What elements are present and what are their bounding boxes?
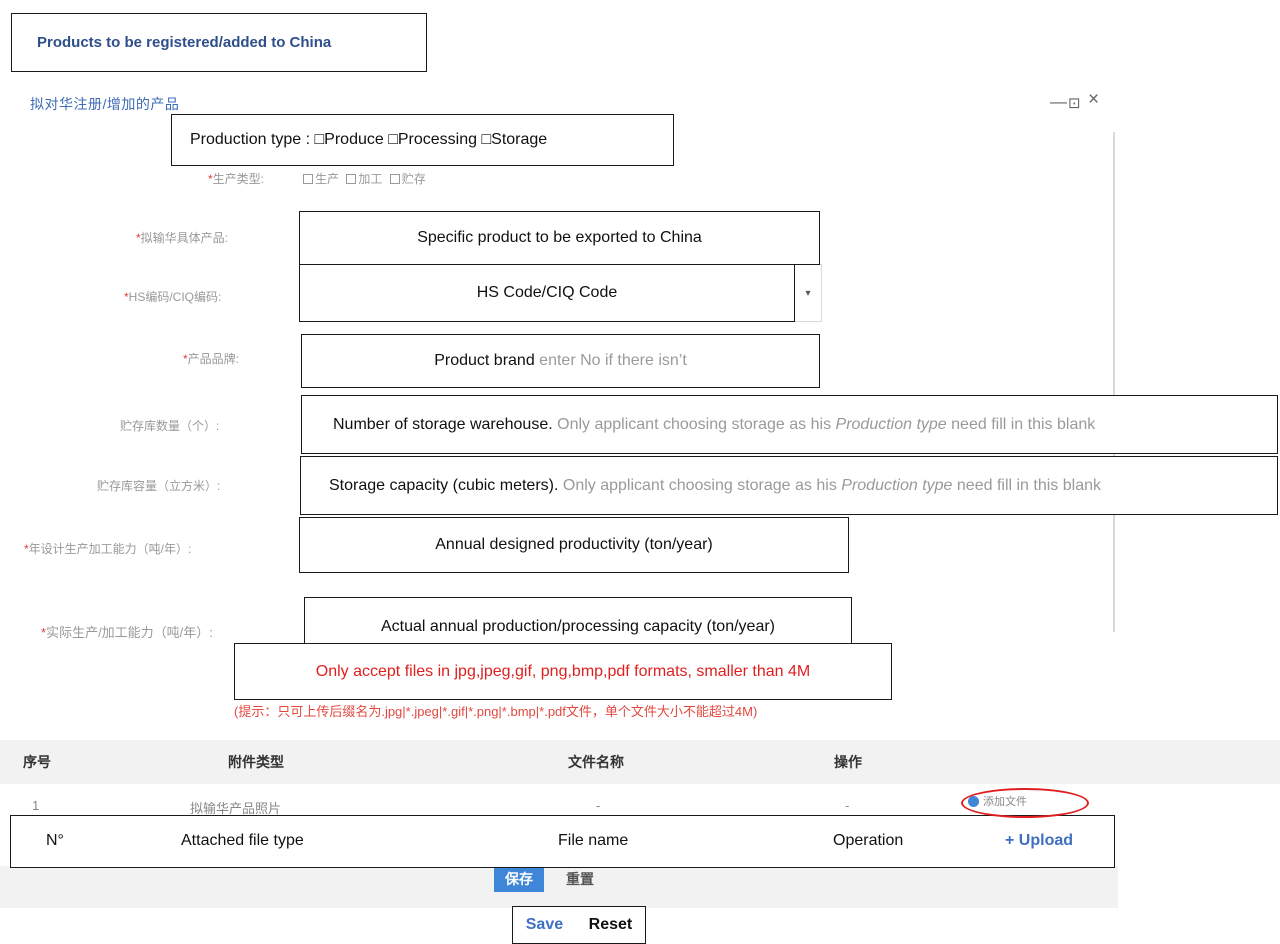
storage-capacity-hint-prefix: Only applicant choosing storage as his bbox=[562, 476, 837, 494]
upload-tip-en: Only accept files in jpg,jpeg,gif, png,b… bbox=[315, 662, 811, 680]
hs-code-label-text: HS编码/CIQ编码: bbox=[128, 290, 222, 304]
dialog-scrollbar[interactable] bbox=[1113, 132, 1115, 632]
hs-code-label: *HS编码/CIQ编码: bbox=[124, 290, 222, 304]
checkbox-processing-label: 加工 bbox=[358, 172, 383, 186]
brand-hint: enter No if there isn’t bbox=[539, 352, 687, 369]
hs-code-field[interactable]: HS Code/CIQ Code bbox=[299, 264, 795, 322]
storage-capacity-label-text: 贮存库容量（立方米）: bbox=[97, 479, 221, 493]
storage-capacity-hint-em: Production type bbox=[841, 476, 953, 494]
en-th-index: N° bbox=[46, 832, 64, 849]
checkbox-produce-label: 生产 bbox=[315, 172, 340, 186]
checkbox-storage[interactable]: 贮存 bbox=[389, 172, 426, 186]
specific-product-annotation: Specific product to be exported to China bbox=[417, 229, 702, 246]
checkbox-produce[interactable]: 生产 bbox=[303, 172, 339, 186]
th-index: 序号 bbox=[23, 754, 51, 770]
specific-product-label-text: 拟输华具体产品: bbox=[140, 231, 229, 245]
row-file: - bbox=[596, 798, 601, 813]
brand-annotation: Product brand bbox=[434, 352, 535, 369]
production-type-label-text: 生产类型: bbox=[212, 172, 265, 186]
warehouse-count-hint-prefix: Only applicant choosing storage as his bbox=[557, 415, 832, 433]
upload-tip-annotation: Only accept files in jpg,jpeg,gif, png,b… bbox=[234, 643, 892, 700]
designed-productivity-annotation: Annual designed productivity (ton/year) bbox=[435, 536, 713, 553]
storage-capacity-label: 贮存库容量（立方米）: bbox=[97, 477, 220, 494]
production-type-annotation: Production type : □Produce □Processing □… bbox=[171, 114, 674, 166]
en-th-file: File name bbox=[558, 832, 629, 849]
production-type-annotation-text: Production type : □Produce □Processing □… bbox=[190, 131, 548, 148]
checkbox-storage-label: 贮存 bbox=[401, 172, 426, 186]
reset-button[interactable]: Reset bbox=[589, 916, 633, 934]
storage-capacity-field[interactable]: Storage capacity (cubic meters). Only ap… bbox=[300, 456, 1278, 515]
storage-capacity-annotation: Storage capacity (cubic meters). bbox=[329, 476, 559, 494]
brand-label-text: 产品品牌: bbox=[187, 352, 240, 366]
specific-product-field[interactable]: Specific product to be exported to China bbox=[299, 211, 820, 265]
annotation-title-text: Products to be registered/added to China bbox=[37, 34, 332, 51]
reset-button-cn[interactable]: 重置 bbox=[555, 866, 605, 892]
close-icon[interactable]: × bbox=[1088, 89, 1099, 111]
actual-capacity-label-text: 实际生产/加工能力（吨/年）: bbox=[46, 625, 213, 640]
actual-capacity-label: *实际生产/加工能力（吨/年）: bbox=[41, 625, 213, 640]
warehouse-count-label: 贮存库数量（个）: bbox=[120, 417, 219, 434]
maximize-icon[interactable]: ⊡ bbox=[1068, 94, 1081, 112]
storage-capacity-hint: Only applicant choosing storage as his P… bbox=[563, 477, 1101, 495]
warehouse-count-hint-em: Production type bbox=[835, 415, 947, 433]
specific-product-label: *拟输华具体产品: bbox=[136, 231, 229, 245]
minimize-icon[interactable]: — bbox=[1050, 92, 1067, 112]
designed-productivity-label-text: 年设计生产加工能力（吨/年）: bbox=[28, 542, 192, 556]
brand-label: *产品品牌: bbox=[183, 352, 240, 366]
hs-code-dropdown-icon[interactable]: ▾ bbox=[795, 264, 822, 322]
save-button-cn[interactable]: 保存 bbox=[494, 866, 544, 892]
upload-tip-cn: (提示：只可上传后缀名为.jpg|*.jpeg|*.gif|*.png|*.bm… bbox=[234, 704, 758, 719]
th-type: 附件类型 bbox=[228, 754, 284, 770]
highlight-ellipse bbox=[961, 788, 1089, 818]
actual-capacity-annotation: Actual annual production/processing capa… bbox=[381, 618, 775, 635]
th-operation: 操作 bbox=[834, 754, 862, 770]
en-th-operation: Operation bbox=[833, 832, 904, 849]
actual-capacity-field[interactable]: Actual annual production/processing capa… bbox=[304, 597, 852, 645]
brand-field[interactable]: Product brand enter No if there isn’t bbox=[301, 334, 820, 388]
row-operation: - bbox=[845, 798, 850, 813]
attachments-table-header bbox=[0, 740, 1280, 784]
designed-productivity-label: *年设计生产加工能力（吨/年）: bbox=[24, 542, 192, 556]
production-type-checkboxes: 生产 加工 贮存 bbox=[303, 170, 426, 187]
hs-code-annotation: HS Code/CIQ Code bbox=[476, 284, 618, 301]
production-type-label: *生产类型: bbox=[208, 172, 265, 186]
en-th-type: Attached file type bbox=[181, 832, 304, 849]
warehouse-count-hint-suffix: need fill in this blank bbox=[951, 415, 1096, 433]
designed-productivity-field[interactable]: Annual designed productivity (ton/year) bbox=[299, 517, 849, 573]
annotation-title: Products to be registered/added to China bbox=[11, 13, 427, 72]
warehouse-count-label-text: 贮存库数量（个）: bbox=[120, 419, 220, 433]
save-button[interactable]: Save bbox=[526, 916, 563, 934]
upload-button[interactable]: + Upload bbox=[1005, 832, 1073, 850]
warehouse-count-field[interactable]: Number of storage warehouse. Only applic… bbox=[301, 395, 1278, 454]
attachments-table-annotation: N° Attached file type File name Operatio… bbox=[10, 815, 1115, 868]
th-file: 文件名称 bbox=[568, 754, 624, 770]
row-index: 1 bbox=[32, 798, 40, 813]
buttons-annotation: Save Reset bbox=[512, 906, 646, 944]
dialog-title: 拟对华注册/增加的产品 bbox=[30, 96, 180, 112]
warehouse-count-hint: Only applicant choosing storage as his P… bbox=[557, 416, 1095, 434]
checkbox-processing[interactable]: 加工 bbox=[346, 172, 382, 186]
warehouse-count-annotation: Number of storage warehouse. bbox=[333, 415, 553, 433]
storage-capacity-hint-suffix: need fill in this blank bbox=[956, 476, 1101, 494]
